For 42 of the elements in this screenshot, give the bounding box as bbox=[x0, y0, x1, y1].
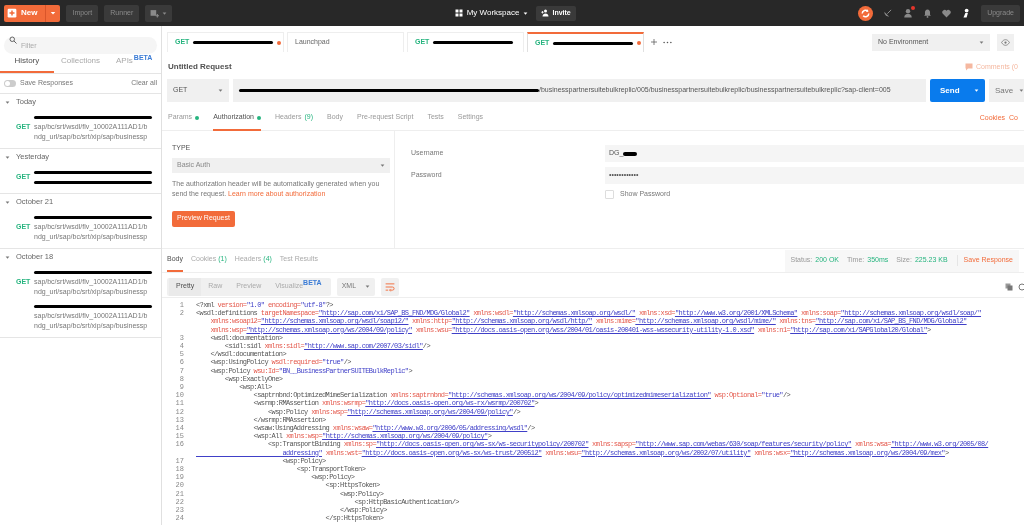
user-icon[interactable] bbox=[903, 8, 914, 18]
caret-icon bbox=[1019, 88, 1024, 93]
add-user-icon bbox=[541, 9, 550, 17]
caret-icon bbox=[162, 10, 168, 16]
redaction-mark bbox=[623, 151, 638, 156]
send-button[interactable]: Send bbox=[930, 79, 985, 102]
eye-icon bbox=[1001, 37, 1010, 47]
save-responses-toggle[interactable] bbox=[4, 80, 16, 87]
bell-icon[interactable] bbox=[923, 8, 933, 18]
plus-icon[interactable] bbox=[650, 38, 658, 46]
new-button[interactable]: New bbox=[4, 4, 61, 22]
window-plus-icon bbox=[150, 8, 160, 18]
show-password-checkbox[interactable] bbox=[605, 189, 614, 199]
plus-icon bbox=[7, 8, 17, 18]
caret-icon bbox=[523, 10, 529, 16]
wrap-icon bbox=[384, 281, 395, 292]
caret-icon bbox=[364, 284, 370, 289]
copy-icon[interactable] bbox=[1005, 282, 1013, 291]
caret-icon bbox=[50, 10, 57, 16]
comment-icon bbox=[965, 63, 973, 71]
caret-down-icon bbox=[5, 154, 10, 160]
sidebar-tab[interactable]: History bbox=[0, 51, 54, 73]
sidebar-tab[interactable]: Collections bbox=[53, 51, 108, 73]
save-button[interactable]: Save bbox=[989, 79, 1024, 102]
search-icon[interactable] bbox=[1017, 282, 1024, 291]
new-window-button[interactable] bbox=[145, 4, 173, 22]
caret-down-icon bbox=[5, 254, 10, 260]
satellite-icon[interactable] bbox=[883, 8, 894, 18]
search-icon bbox=[9, 35, 17, 44]
grid-icon bbox=[454, 9, 463, 17]
caret-icon bbox=[974, 88, 979, 93]
caret-down-icon bbox=[5, 199, 10, 205]
caret-icon bbox=[979, 39, 984, 45]
eye-button[interactable] bbox=[997, 33, 1014, 51]
request-title: Untitled Request bbox=[168, 61, 233, 73]
workspace-switcher[interactable]: My Workspace bbox=[454, 7, 529, 19]
caret-icon bbox=[380, 162, 385, 168]
caret-icon bbox=[218, 88, 223, 93]
sync-icon[interactable] bbox=[858, 5, 874, 21]
caret-down-icon bbox=[5, 99, 10, 105]
heart-icon[interactable] bbox=[942, 8, 952, 18]
sidebar-tab[interactable]: APIs$^{BETA}$ bbox=[107, 51, 161, 73]
